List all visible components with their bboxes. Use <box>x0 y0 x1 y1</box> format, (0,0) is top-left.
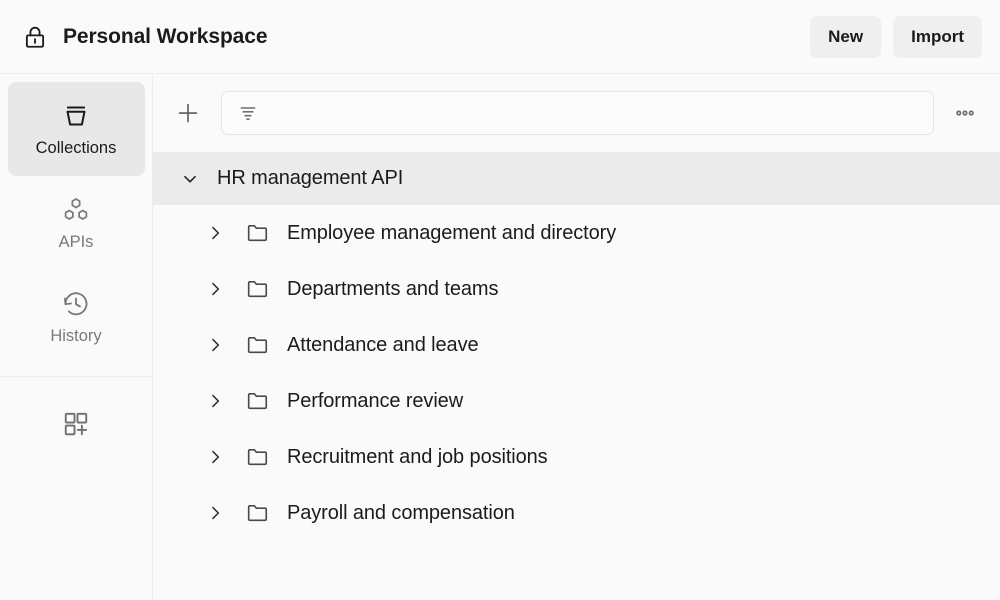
folder-icon <box>245 500 271 526</box>
filter-icon <box>238 103 258 123</box>
chevron-right-icon[interactable] <box>205 279 225 299</box>
add-collection-button[interactable] <box>169 94 207 132</box>
chevron-right-icon[interactable] <box>205 503 225 523</box>
sidebar-item-collections[interactable]: Collections <box>7 82 145 176</box>
hexagons-icon <box>61 195 91 225</box>
chevron-down-icon[interactable] <box>179 168 201 190</box>
collection-name: HR management API <box>217 167 404 189</box>
folder-row[interactable]: Recruitment and job positions <box>153 429 1000 485</box>
chevron-right-icon[interactable] <box>205 335 225 355</box>
lock-icon <box>22 24 48 50</box>
folder-icon <box>245 444 271 470</box>
folder-row[interactable]: Performance review <box>153 373 1000 429</box>
workspace-title: Personal Workspace <box>63 24 268 48</box>
sidebar-primary-items: Collections APIs History <box>0 82 152 364</box>
chevron-right-icon[interactable] <box>205 447 225 467</box>
folder-name: Recruitment and job positions <box>287 445 548 468</box>
folder-name: Employee management and directory <box>287 221 617 244</box>
chevron-right-icon[interactable] <box>205 391 225 411</box>
sidebar-item-label: History <box>50 327 102 346</box>
folder-name: Departments and teams <box>287 277 499 300</box>
filter-input[interactable] <box>268 92 921 134</box>
folder-row[interactable]: Payroll and compensation <box>153 485 1000 541</box>
sidebar-item-history[interactable]: History <box>8 270 145 364</box>
folder-icon <box>245 276 271 302</box>
folder-row[interactable]: Departments and teams <box>153 261 1000 317</box>
collections-panel: HR management API Employee management an… <box>153 74 1000 600</box>
collection-tree: HR management API Employee management an… <box>153 152 1000 600</box>
folder-row[interactable]: Employee management and directory <box>153 205 1000 261</box>
top-bar: Personal Workspace New Import <box>0 0 1000 74</box>
sidebar-item-label: Collections <box>35 139 117 158</box>
folder-name: Attendance and leave <box>287 333 479 356</box>
sidebar-rail: Collections APIs History <box>0 74 153 600</box>
folder-icon <box>245 388 271 414</box>
folder-name: Payroll and compensation <box>287 501 515 524</box>
workspace-indicator[interactable]: Personal Workspace <box>22 24 810 50</box>
import-button[interactable]: Import <box>893 15 982 58</box>
folder-row[interactable]: Attendance and leave <box>153 317 1000 373</box>
more-options-button[interactable] <box>948 96 982 130</box>
folder-icon <box>245 332 271 358</box>
clock-history-icon <box>61 289 91 319</box>
folder-icon <box>245 220 271 246</box>
app-window: Personal Workspace New Import Collection… <box>0 0 1000 600</box>
new-button[interactable]: New <box>810 15 882 58</box>
collections-toolbar <box>153 74 1000 152</box>
collection-row-hr-management-api[interactable]: HR management API <box>153 152 1000 205</box>
grid-plus-icon <box>61 409 91 439</box>
collection-bucket-icon <box>61 101 91 131</box>
plus-icon <box>175 100 201 126</box>
filter-search-box[interactable] <box>221 91 934 135</box>
folder-name: Performance review <box>287 389 464 412</box>
topbar-actions: New Import <box>810 15 982 58</box>
sidebar-add-module-button[interactable] <box>0 377 152 471</box>
more-horizontal-icon <box>954 102 976 124</box>
app-body: Collections APIs History HR management A… <box>0 74 1000 600</box>
sidebar-item-label: APIs <box>58 233 94 252</box>
chevron-right-icon[interactable] <box>205 223 225 243</box>
sidebar-item-apis[interactable]: APIs <box>8 176 145 270</box>
